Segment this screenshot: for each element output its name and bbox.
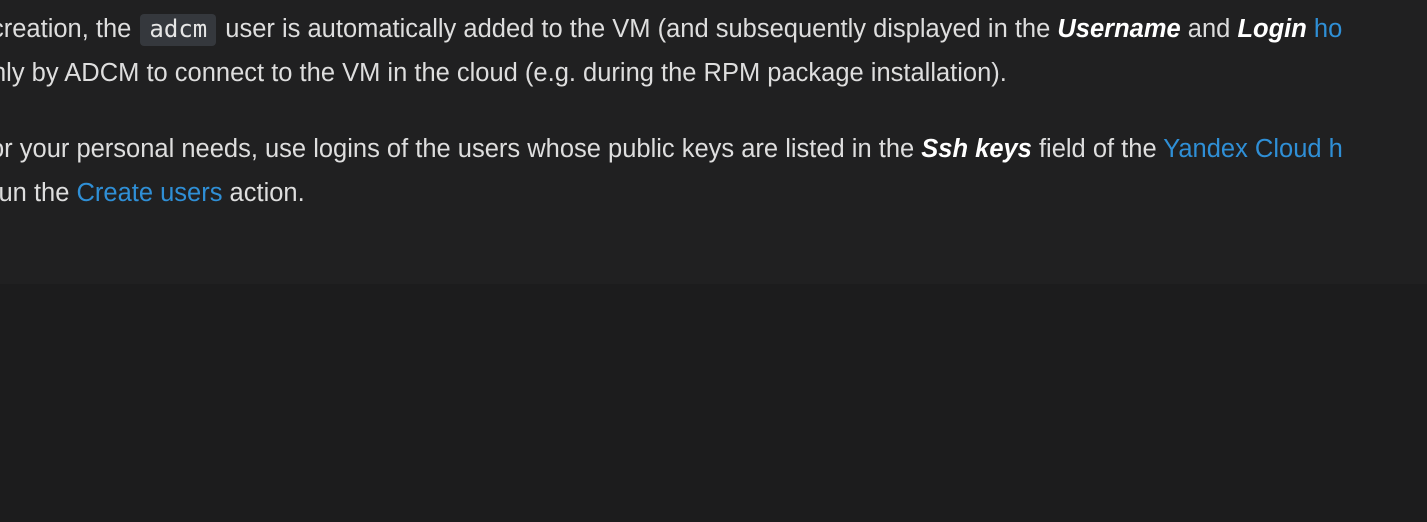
text	[1307, 15, 1314, 43]
emphasis-ssh-keys: Ssh keys	[921, 135, 1032, 163]
link-yandex-cloud[interactable]: Yandex Cloud h	[1163, 135, 1343, 163]
link-hosts[interactable]: ho	[1314, 15, 1342, 43]
text: run the	[0, 179, 70, 207]
content-panel: creation, the adcm user is automatically…	[0, 0, 1427, 284]
text: user is automatically added to the VM (a…	[218, 15, 1058, 43]
page: creation, the adcm user is automatically…	[0, 0, 1427, 522]
text: action.	[222, 179, 305, 207]
text: field of the	[1031, 135, 1164, 163]
text: creation, the	[0, 15, 139, 43]
emphasis-login: Login	[1237, 15, 1307, 43]
link-create-users[interactable]: Create users	[76, 179, 222, 207]
paragraph-1-line-2: nly by ADCM to connect to the VM in the …	[0, 59, 1007, 87]
text: or your personal needs, use logins of th…	[0, 135, 922, 163]
text: and	[1180, 15, 1238, 43]
paragraph-1-line-1: creation, the adcm user is automatically…	[0, 14, 1342, 46]
paragraph-2-line-2: run the Create users action.	[0, 179, 305, 208]
emphasis-username: Username	[1057, 15, 1181, 43]
inline-code-adcm: adcm	[140, 14, 217, 46]
paragraph-2-line-1: or your personal needs, use logins of th…	[0, 135, 1343, 164]
